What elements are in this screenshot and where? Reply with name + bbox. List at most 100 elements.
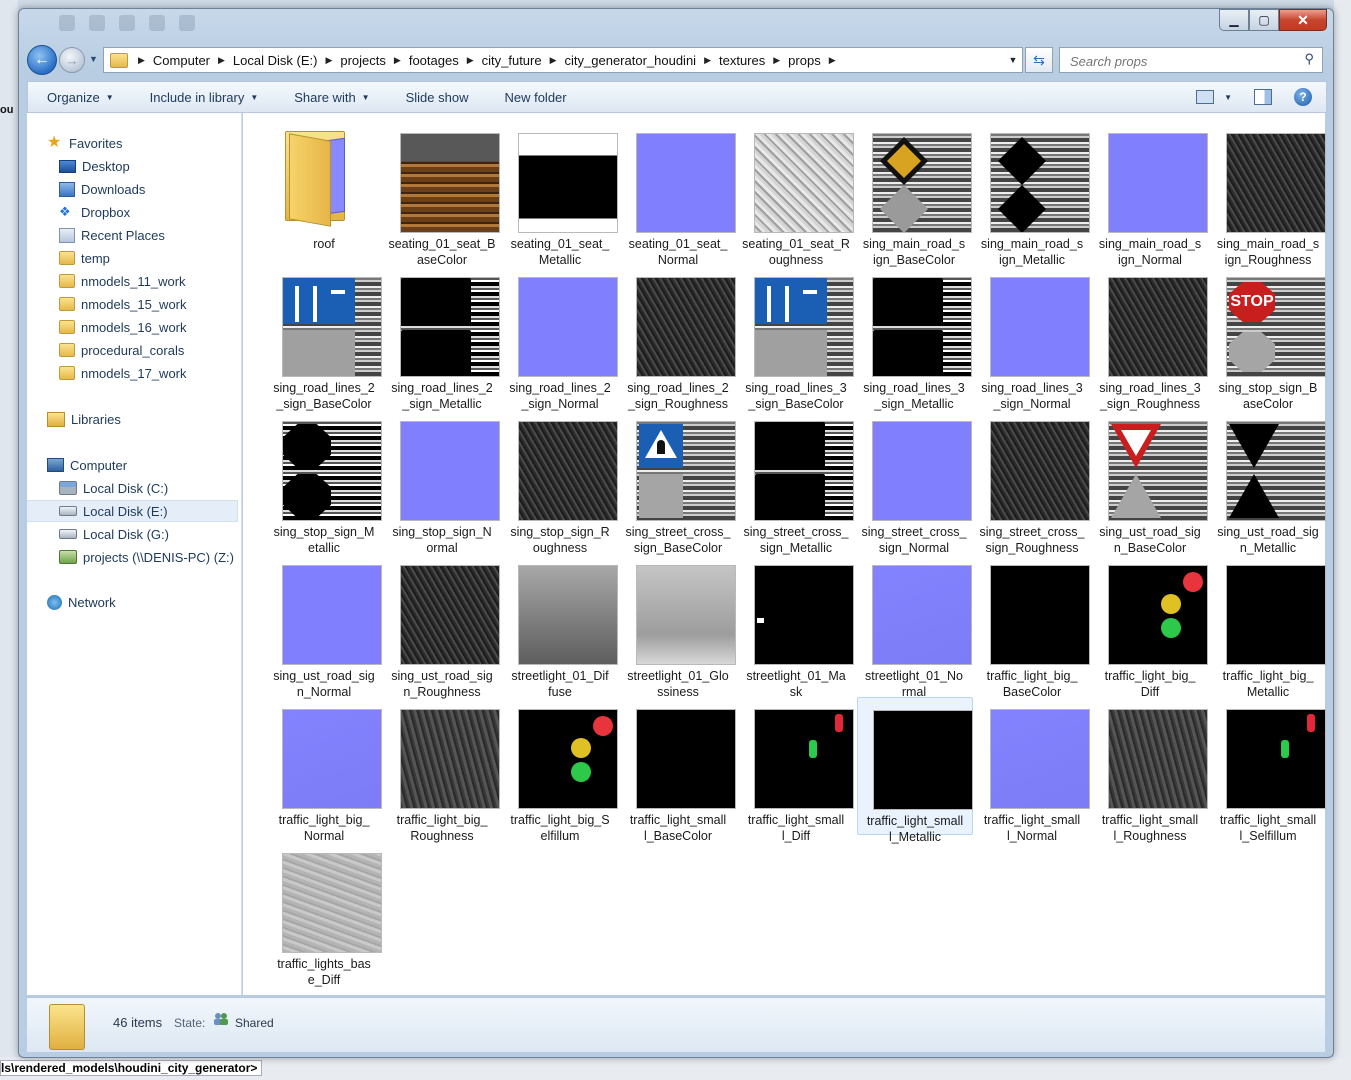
file-item[interactable]: sing_main_road_s ign_BaseColor bbox=[857, 121, 972, 267]
nav-item-drive[interactable]: projects (\\DENIS-PC) (Z:) bbox=[27, 546, 239, 568]
file-item[interactable]: traffic_light_big_ Normal bbox=[267, 697, 382, 843]
nav-item-temp[interactable]: temp bbox=[27, 247, 239, 269]
chevron-right-icon[interactable]: ▶ bbox=[773, 55, 780, 66]
forward-button[interactable]: → bbox=[59, 47, 85, 73]
breadcrumb-item[interactable]: Local Disk (E:) ▶ bbox=[233, 53, 340, 68]
file-item[interactable]: sing_road_lines_3 _sign_Roughness bbox=[1093, 265, 1208, 411]
file-item[interactable]: seating_01_seat_B aseColor bbox=[385, 121, 500, 267]
file-item[interactable]: sing_main_road_s ign_Roughness bbox=[1211, 121, 1326, 267]
file-item[interactable]: traffic_light_small l_BaseColor bbox=[621, 697, 736, 843]
preview-pane-icon[interactable] bbox=[1254, 89, 1272, 105]
file-item[interactable]: traffic_light_small l_Selfillum bbox=[1211, 697, 1326, 843]
nav-libraries[interactable]: Libraries bbox=[27, 408, 239, 430]
nav-item-nmodels-16-work[interactable]: nmodels_16_work bbox=[27, 316, 239, 338]
file-item[interactable]: traffic_light_big_S elfillum bbox=[503, 697, 618, 843]
file-item[interactable]: sing_street_cross_ sign_Metallic bbox=[739, 409, 854, 555]
file-item[interactable]: sing_road_lines_3 _sign_Normal bbox=[975, 265, 1090, 411]
nav-item-desktop[interactable]: Desktop bbox=[27, 155, 239, 177]
file-item[interactable]: traffic_light_big_ Roughness bbox=[385, 697, 500, 843]
file-item[interactable]: traffic_light_small l_Diff bbox=[739, 697, 854, 843]
chevron-right-icon[interactable]: ▶ bbox=[829, 55, 836, 66]
change-view-button[interactable]: ▼ bbox=[1196, 90, 1232, 104]
file-item[interactable]: sing_road_lines_3 _sign_BaseColor bbox=[739, 265, 854, 411]
file-item[interactable]: roof bbox=[267, 121, 381, 257]
breadcrumb-item[interactable]: footages ▶ bbox=[409, 53, 482, 68]
nav-network[interactable]: Network bbox=[27, 591, 239, 613]
file-item[interactable]: sing_ust_road_sig n_Normal bbox=[267, 553, 382, 699]
file-item[interactable]: sing_ust_road_sig n_Roughness bbox=[385, 553, 500, 699]
nav-item-procedural-corals[interactable]: procedural_corals bbox=[27, 339, 239, 361]
file-item[interactable]: streetlight_01_Dif fuse bbox=[503, 553, 618, 699]
slide-show-button[interactable]: Slide show bbox=[387, 90, 486, 105]
breadcrumb-item[interactable]: Computer ▶ bbox=[153, 53, 233, 68]
file-item[interactable]: sing_road_lines_2 _sign_Normal bbox=[503, 265, 618, 411]
close-button[interactable]: ✕ bbox=[1279, 9, 1327, 31]
nav-item-dropbox[interactable]: ❖ Dropbox bbox=[27, 201, 239, 223]
minimize-button[interactable]: ▁ bbox=[1219, 9, 1249, 31]
file-item[interactable]: seating_01_seat_ Metallic bbox=[503, 121, 618, 267]
file-item[interactable]: sing_ust_road_sig n_Metallic bbox=[1211, 409, 1326, 555]
file-item[interactable]: sing_main_road_s ign_Normal bbox=[1093, 121, 1208, 267]
file-item[interactable]: sing_road_lines_2 _sign_BaseColor bbox=[267, 265, 382, 411]
share-with-menu[interactable]: Share with ▼ bbox=[275, 90, 386, 105]
breadcrumb-item[interactable]: city_generator_houdini ▶ bbox=[565, 53, 719, 68]
file-item[interactable]: traffic_light_big_ Metallic bbox=[1211, 553, 1326, 699]
nav-item-downloads[interactable]: Downloads bbox=[27, 178, 239, 200]
nav-item-nmodels-11-work[interactable]: nmodels_11_work bbox=[27, 270, 239, 292]
organize-menu[interactable]: Organize ▼ bbox=[28, 90, 131, 105]
recent-pages-dropdown[interactable]: ▼ bbox=[89, 54, 98, 64]
chevron-right-icon[interactable]: ▶ bbox=[218, 55, 225, 66]
nav-item-recent-places[interactable]: Recent Places bbox=[27, 224, 239, 246]
chevron-right-icon[interactable]: ▶ bbox=[550, 55, 557, 66]
file-item[interactable]: sing_stop_sign_R oughness bbox=[503, 409, 618, 555]
title-bar[interactable]: ▁ ▢ ✕ bbox=[19, 9, 1333, 41]
file-item[interactable]: traffic_light_big_ Diff bbox=[1093, 553, 1208, 699]
file-item[interactable]: seating_01_seat_R oughness bbox=[739, 121, 854, 267]
help-icon[interactable]: ? bbox=[1294, 88, 1312, 106]
file-item[interactable]: traffic_light_small l_Roughness bbox=[1093, 697, 1208, 843]
chevron-right-icon[interactable]: ▶ bbox=[394, 55, 401, 66]
nav-item-nmodels-15-work[interactable]: nmodels_15_work bbox=[27, 293, 239, 315]
address-bar[interactable]: ▶ Computer ▶ Local Disk (E:) ▶ projects ▶ foot… bbox=[103, 47, 1023, 73]
nav-item-drive[interactable]: Local Disk (E:) bbox=[27, 500, 238, 522]
file-item[interactable]: sing_road_lines_3 _sign_Metallic bbox=[857, 265, 972, 411]
chevron-right-icon[interactable]: ▶ bbox=[325, 55, 332, 66]
nav-item-drive[interactable]: Local Disk (C:) bbox=[27, 477, 239, 499]
new-folder-button[interactable]: New folder bbox=[485, 90, 583, 105]
file-item[interactable]: sing_ust_road_sig n_BaseColor bbox=[1093, 409, 1208, 555]
file-item[interactable]: seating_01_seat_ Normal bbox=[621, 121, 736, 267]
chevron-right-icon[interactable]: ▶ bbox=[704, 55, 711, 66]
file-item[interactable]: streetlight_01_Ma sk bbox=[739, 553, 854, 699]
breadcrumb-item[interactable]: projects ▶ bbox=[340, 53, 408, 68]
file-item[interactable]: STOP sing_stop_sign_B aseColor bbox=[1211, 265, 1326, 411]
include-in-library-menu[interactable]: Include in library ▼ bbox=[131, 90, 276, 105]
file-item[interactable]: sing_road_lines_2 _sign_Metallic bbox=[385, 265, 500, 411]
back-button[interactable]: ← bbox=[27, 45, 57, 75]
file-item[interactable]: sing_stop_sign_N ormal bbox=[385, 409, 500, 555]
maximize-button[interactable]: ▢ bbox=[1249, 9, 1279, 31]
breadcrumb-item[interactable]: city_future ▶ bbox=[482, 53, 565, 68]
file-item[interactable]: sing_street_cross_ sign_Normal bbox=[857, 409, 972, 555]
file-item[interactable]: sing_street_cross_ sign_BaseColor bbox=[621, 409, 736, 555]
file-item[interactable]: sing_road_lines_2 _sign_Roughness bbox=[621, 265, 736, 411]
file-item[interactable]: traffic_light_big_ BaseColor bbox=[975, 553, 1090, 699]
breadcrumb-item[interactable]: props ▶ bbox=[788, 53, 843, 68]
refresh-button[interactable]: ⇆ bbox=[1025, 47, 1053, 73]
breadcrumb-root-arrow[interactable]: ▶ bbox=[134, 55, 153, 66]
file-item[interactable]: traffic_light_small l_Normal bbox=[975, 697, 1090, 843]
search-box[interactable]: ⚲ bbox=[1059, 47, 1323, 73]
file-item[interactable]: streetlight_01_No rmal bbox=[857, 553, 972, 699]
search-input[interactable] bbox=[1068, 50, 1297, 72]
nav-item-nmodels-17-work[interactable]: nmodels_17_work bbox=[27, 362, 239, 384]
nav-computer[interactable]: Computer bbox=[27, 454, 239, 476]
file-item[interactable]: streetlight_01_Glo ssiness bbox=[621, 553, 736, 699]
file-item[interactable]: sing_stop_sign_M etallic bbox=[267, 409, 382, 555]
chevron-right-icon[interactable]: ▶ bbox=[467, 55, 474, 66]
file-item[interactable]: traffic_lights_bas e_Diff bbox=[267, 841, 382, 987]
address-dropdown[interactable]: ▼ bbox=[1004, 55, 1022, 65]
file-item[interactable]: sing_street_cross_ sign_Roughness bbox=[975, 409, 1090, 555]
file-item[interactable]: traffic_light_small l_Metallic bbox=[857, 697, 973, 844]
nav-item-drive[interactable]: Local Disk (G:) bbox=[27, 523, 239, 545]
file-item[interactable]: sing_main_road_s ign_Metallic bbox=[975, 121, 1090, 267]
nav-favorites[interactable]: ★ Favorites bbox=[27, 132, 239, 154]
